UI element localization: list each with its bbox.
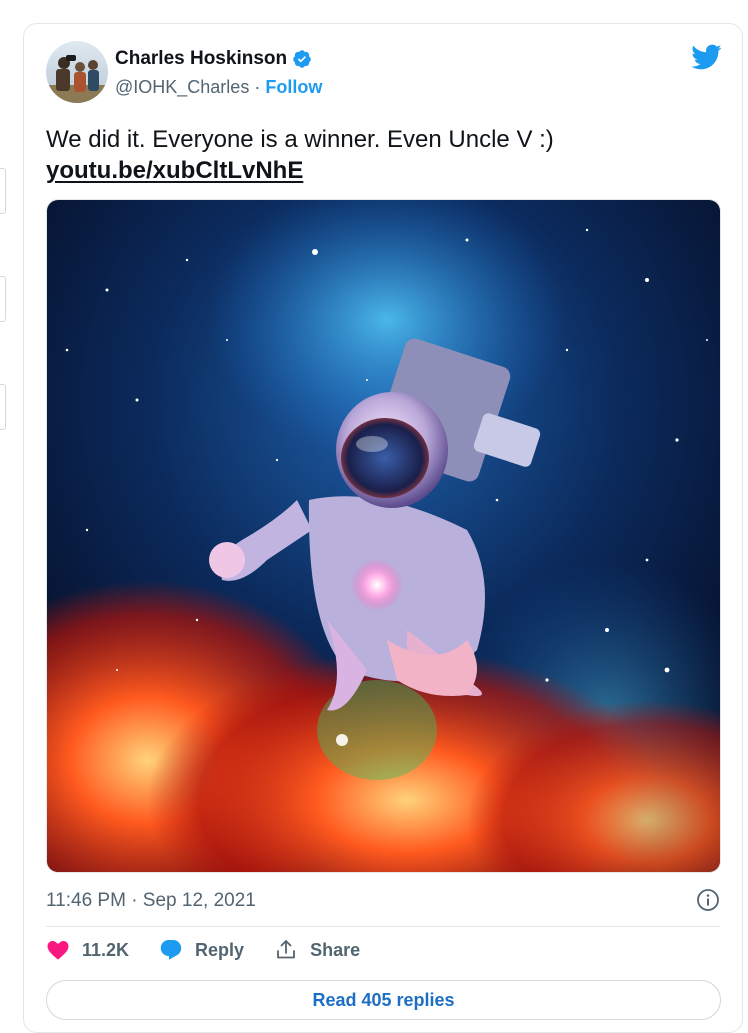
divider xyxy=(46,926,720,927)
follow-button[interactable]: Follow xyxy=(265,77,322,97)
share-label: Share xyxy=(310,939,361,960)
tweet-media-image[interactable] xyxy=(46,199,721,873)
share-button[interactable]: Share xyxy=(274,938,360,962)
reply-label: Reply xyxy=(195,939,245,960)
author-name[interactable]: Charles Hoskinson xyxy=(115,48,287,70)
verified-badge-icon xyxy=(292,49,312,69)
info-icon[interactable] xyxy=(696,888,720,912)
tweet-link[interactable]: youtu.be/xubCltLvNhE xyxy=(46,155,716,186)
tweet-timestamp[interactable]: 11:46 PM · Sep 12, 2021 xyxy=(46,890,256,912)
avatar[interactable] xyxy=(46,41,108,103)
background-ui-fragment xyxy=(0,384,6,430)
reply-button[interactable]: Reply xyxy=(159,938,244,962)
like-button[interactable]: 11.2K xyxy=(46,938,129,962)
share-icon xyxy=(277,940,295,959)
reply-bubble-icon xyxy=(160,940,182,960)
tweet-actions: 11.2K Reply Share xyxy=(46,938,390,962)
author-handle[interactable]: @IOHK_Charles xyxy=(115,77,249,97)
like-count: 11.2K xyxy=(82,939,130,960)
background-ui-fragment xyxy=(0,276,6,322)
twitter-bird-icon[interactable] xyxy=(690,41,722,73)
tweet-card: Charles Hoskinson @IOHK_Charles · Follow… xyxy=(23,23,743,1033)
tweet-text: We did it. Everyone is a winner. Even Un… xyxy=(46,126,554,153)
read-replies-button[interactable]: Read 405 replies xyxy=(46,980,721,1020)
heart-icon xyxy=(47,941,69,960)
background-ui-fragment xyxy=(0,168,6,214)
separator: · xyxy=(254,77,261,97)
